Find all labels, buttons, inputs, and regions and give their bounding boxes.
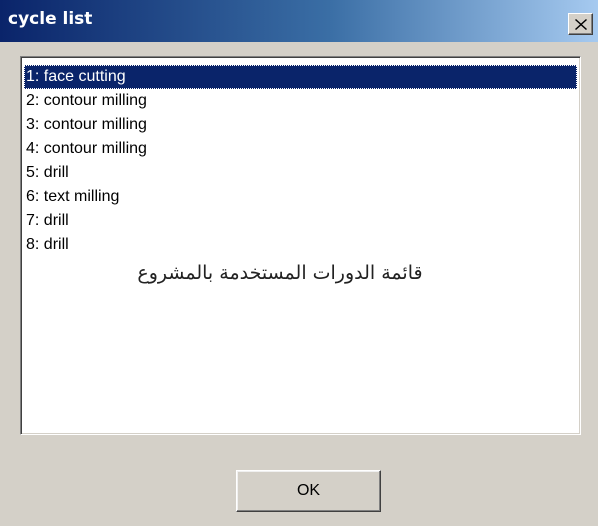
- list-item[interactable]: 3: contour milling: [24, 113, 577, 137]
- list-item[interactable]: 4: contour milling: [24, 137, 577, 161]
- window-title: cycle list: [8, 9, 93, 29]
- ok-button[interactable]: OK: [236, 470, 381, 512]
- list-item[interactable]: 7: drill: [24, 209, 577, 233]
- close-button[interactable]: [568, 13, 593, 35]
- list-item[interactable]: 5: drill: [24, 161, 577, 185]
- list-item[interactable]: 8: drill: [24, 233, 577, 257]
- list-item[interactable]: 1: face cutting: [24, 65, 577, 89]
- title-bar[interactable]: cycle list: [0, 0, 598, 42]
- arabic-annotation: قائمة الدورات المستخدمة بالمشروع: [137, 262, 423, 284]
- close-icon: [574, 18, 587, 30]
- cycle-listbox[interactable]: 1: face cutting 2: contour milling 3: co…: [20, 56, 581, 435]
- cycle-list-items: 1: face cutting 2: contour milling 3: co…: [24, 65, 577, 257]
- cycle-list-dialog: cycle list 1: face cutting 2: contour mi…: [0, 0, 598, 526]
- list-item[interactable]: 6: text milling: [24, 185, 577, 209]
- list-item[interactable]: 2: contour milling: [24, 89, 577, 113]
